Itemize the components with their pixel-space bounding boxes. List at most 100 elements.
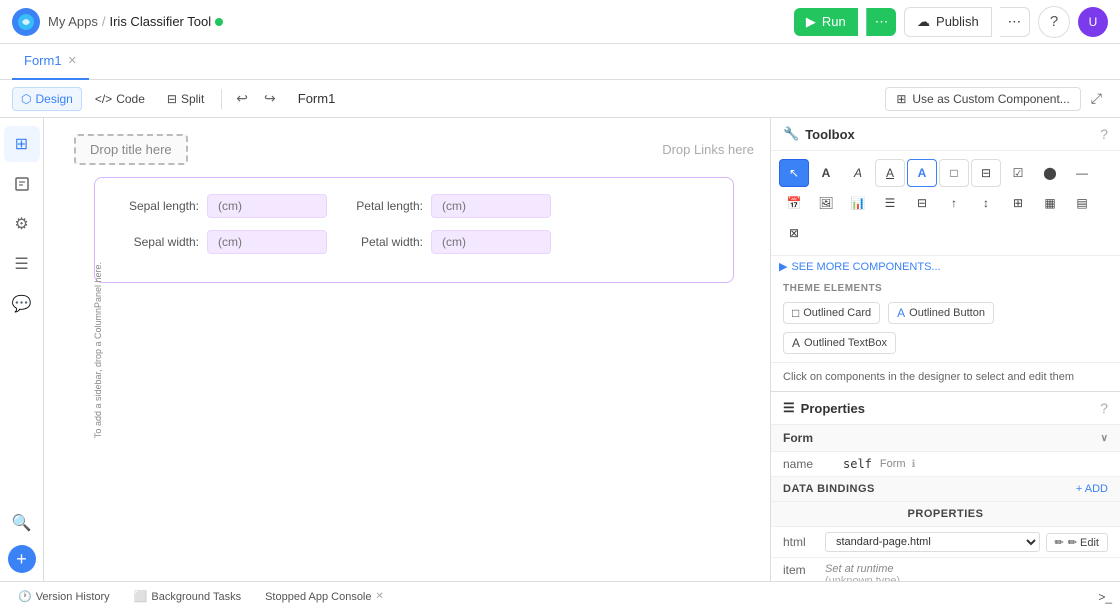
toolbox-title-text: Toolbox	[805, 127, 855, 142]
prop-info-icon: ℹ	[912, 459, 916, 470]
tool-text-blue[interactable]: A	[907, 159, 937, 187]
prop-name-label: name	[783, 457, 843, 471]
custom-component-label: Use as Custom Component...	[912, 92, 1069, 106]
prop-name-row: name self Form ℹ	[771, 452, 1120, 477]
properties-section-label: PROPERTIES	[771, 502, 1120, 527]
petal-length-input[interactable]	[431, 194, 551, 218]
theme-outlined-textbox[interactable]: A Outlined TextBox	[783, 332, 896, 354]
split-button[interactable]: ⊟ Split	[158, 87, 213, 111]
tool-table3[interactable]: ⊠	[779, 219, 809, 247]
form-group-sepal-length: Sepal length:	[119, 194, 327, 218]
right-panel: 🔧 Toolbox ? ↖ A A A A □ ⊟ ☑ ⬤ — 📅 🖼 📊 ☰ …	[770, 118, 1120, 581]
tool-chart[interactable]: 📊	[843, 189, 873, 217]
tool-grid2[interactable]: ⊞	[1003, 189, 1033, 217]
toolbar-separator	[221, 89, 222, 109]
sidebar-icon-settings[interactable]: ⚙	[4, 206, 40, 242]
sepal-width-label: Sepal width:	[119, 235, 199, 249]
html-select[interactable]: standard-page.html	[825, 532, 1040, 552]
sidebar-icon-question[interactable]: 💬	[4, 286, 40, 322]
tool-text-italic[interactable]: A	[843, 159, 873, 187]
form-group-petal-length: Petal length:	[343, 194, 551, 218]
prop-name-value: self	[843, 457, 872, 471]
tool-rows[interactable]: ☰	[875, 189, 905, 217]
data-bindings-row: DATA BINDINGS + ADD	[771, 477, 1120, 502]
toolbox-title: 🔧 Toolbox	[783, 126, 855, 142]
button-icon: A	[897, 306, 905, 320]
props-icon: ☰	[783, 400, 795, 416]
cloud-icon: ☁	[917, 14, 930, 30]
background-tasks-tab[interactable]: ⬜ Background Tasks	[124, 587, 251, 606]
code-button[interactable]: </> Code	[86, 87, 154, 111]
theme-textbox-label: Outlined TextBox	[804, 337, 887, 349]
tool-dash[interactable]: —	[1067, 159, 1097, 187]
expand-button[interactable]: ⤢	[1085, 86, 1108, 111]
tool-cursor[interactable]: ↖	[779, 159, 809, 187]
tool-rows2[interactable]: ⊟	[907, 189, 937, 217]
item-label: item	[783, 563, 819, 577]
custom-component-button[interactable]: ⊞ Use as Custom Component...	[885, 87, 1080, 111]
tool-panel[interactable]: ⊟	[971, 159, 1001, 187]
run-button[interactable]: ▶ Run	[794, 8, 858, 36]
form-group-chevron[interactable]: ∨	[1101, 433, 1108, 444]
sidebar-icon-data[interactable]: ☰	[4, 246, 40, 282]
bottom-right: >_	[1098, 590, 1112, 604]
toolbox-header: 🔧 Toolbox ?	[771, 118, 1120, 151]
breadcrumb: My Apps / Iris Classifier Tool	[48, 14, 223, 29]
tool-text-bold[interactable]: A	[811, 159, 841, 187]
breadcrumb-apps[interactable]: My Apps	[48, 14, 98, 29]
form-row-2: Sepal width: Petal width:	[119, 230, 709, 254]
tool-grid-check[interactable]: ☑	[1003, 159, 1033, 187]
tab-form1[interactable]: Form1 ✕	[12, 44, 89, 80]
tool-arrows[interactable]: ↕	[971, 189, 1001, 217]
history-icon: 🕐	[18, 590, 32, 603]
tool-upload[interactable]: ↑	[939, 189, 969, 217]
sidebar-icon-pages[interactable]	[4, 166, 40, 202]
tool-calendar[interactable]: 📅	[779, 189, 809, 217]
design-button[interactable]: ⬡ Design	[12, 87, 82, 111]
drop-links[interactable]: Drop Links here	[662, 142, 754, 157]
version-history-tab[interactable]: 🕐 Version History	[8, 587, 120, 606]
theme-outlined-card[interactable]: □ Outlined Card	[783, 302, 880, 324]
theme-outlined-button[interactable]: A Outlined Button	[888, 302, 994, 324]
tool-table[interactable]: ▦	[1035, 189, 1065, 217]
petal-width-input[interactable]	[431, 230, 551, 254]
undo-button[interactable]: ↩	[230, 86, 254, 111]
publish-label: Publish	[936, 14, 979, 29]
help-button[interactable]: ?	[1038, 6, 1070, 38]
redo-button[interactable]: ↪	[258, 86, 282, 111]
tool-dot[interactable]: ⬤	[1035, 159, 1065, 187]
form-group-label: Form	[783, 431, 813, 445]
sepal-length-input[interactable]	[207, 194, 327, 218]
tool-image[interactable]: 🖼	[811, 189, 841, 217]
console-close-icon[interactable]: ✕	[376, 591, 384, 602]
sidebar-icon-apps[interactable]: ⊞	[4, 126, 40, 162]
sepal-length-label: Sepal length:	[119, 199, 199, 213]
add-binding-button[interactable]: + ADD	[1076, 483, 1108, 495]
form-group-header: Form ∨	[771, 425, 1120, 452]
toolbox-help-icon[interactable]: ?	[1100, 126, 1108, 142]
properties-help-icon[interactable]: ?	[1100, 400, 1108, 416]
tool-box[interactable]: □	[939, 159, 969, 187]
toolbar-tab-name: Form1	[298, 91, 336, 106]
petal-width-label: Petal width:	[343, 235, 423, 249]
sepal-width-input[interactable]	[207, 230, 327, 254]
run-more-button[interactable]: ⋯	[866, 8, 896, 36]
publish-more-button[interactable]: ⋯	[1000, 7, 1030, 37]
tab-close-icon[interactable]: ✕	[68, 54, 77, 67]
avatar[interactable]: U	[1078, 7, 1108, 37]
item-row: item Set at runtime (unknown type)	[771, 558, 1120, 581]
form-group-petal-width: Petal width:	[343, 230, 551, 254]
sidebar-icon-add[interactable]: +	[8, 545, 36, 573]
sidebar-icon-search[interactable]: 🔍	[4, 505, 40, 541]
see-more-components[interactable]: ▶ SEE MORE COMPONENTS...	[771, 256, 1120, 277]
canvas-wrapper: To add a sidebar, drop a ColumnPanel her…	[44, 118, 770, 581]
tasks-icon: ⬜	[134, 590, 148, 603]
edit-button[interactable]: ✏ ✏ Edit	[1046, 533, 1108, 552]
tool-table2[interactable]: ▤	[1067, 189, 1097, 217]
tool-text-underline[interactable]: A	[875, 159, 905, 187]
terminal-icon[interactable]: >_	[1098, 590, 1112, 604]
app-console-tab[interactable]: Stopped App Console ✕	[255, 588, 394, 606]
rotated-label: To add a sidebar, drop a ColumnPanel her…	[93, 261, 103, 437]
html-row: html standard-page.html ✏ ✏ Edit	[771, 527, 1120, 558]
publish-button[interactable]: ☁ Publish	[904, 7, 992, 37]
